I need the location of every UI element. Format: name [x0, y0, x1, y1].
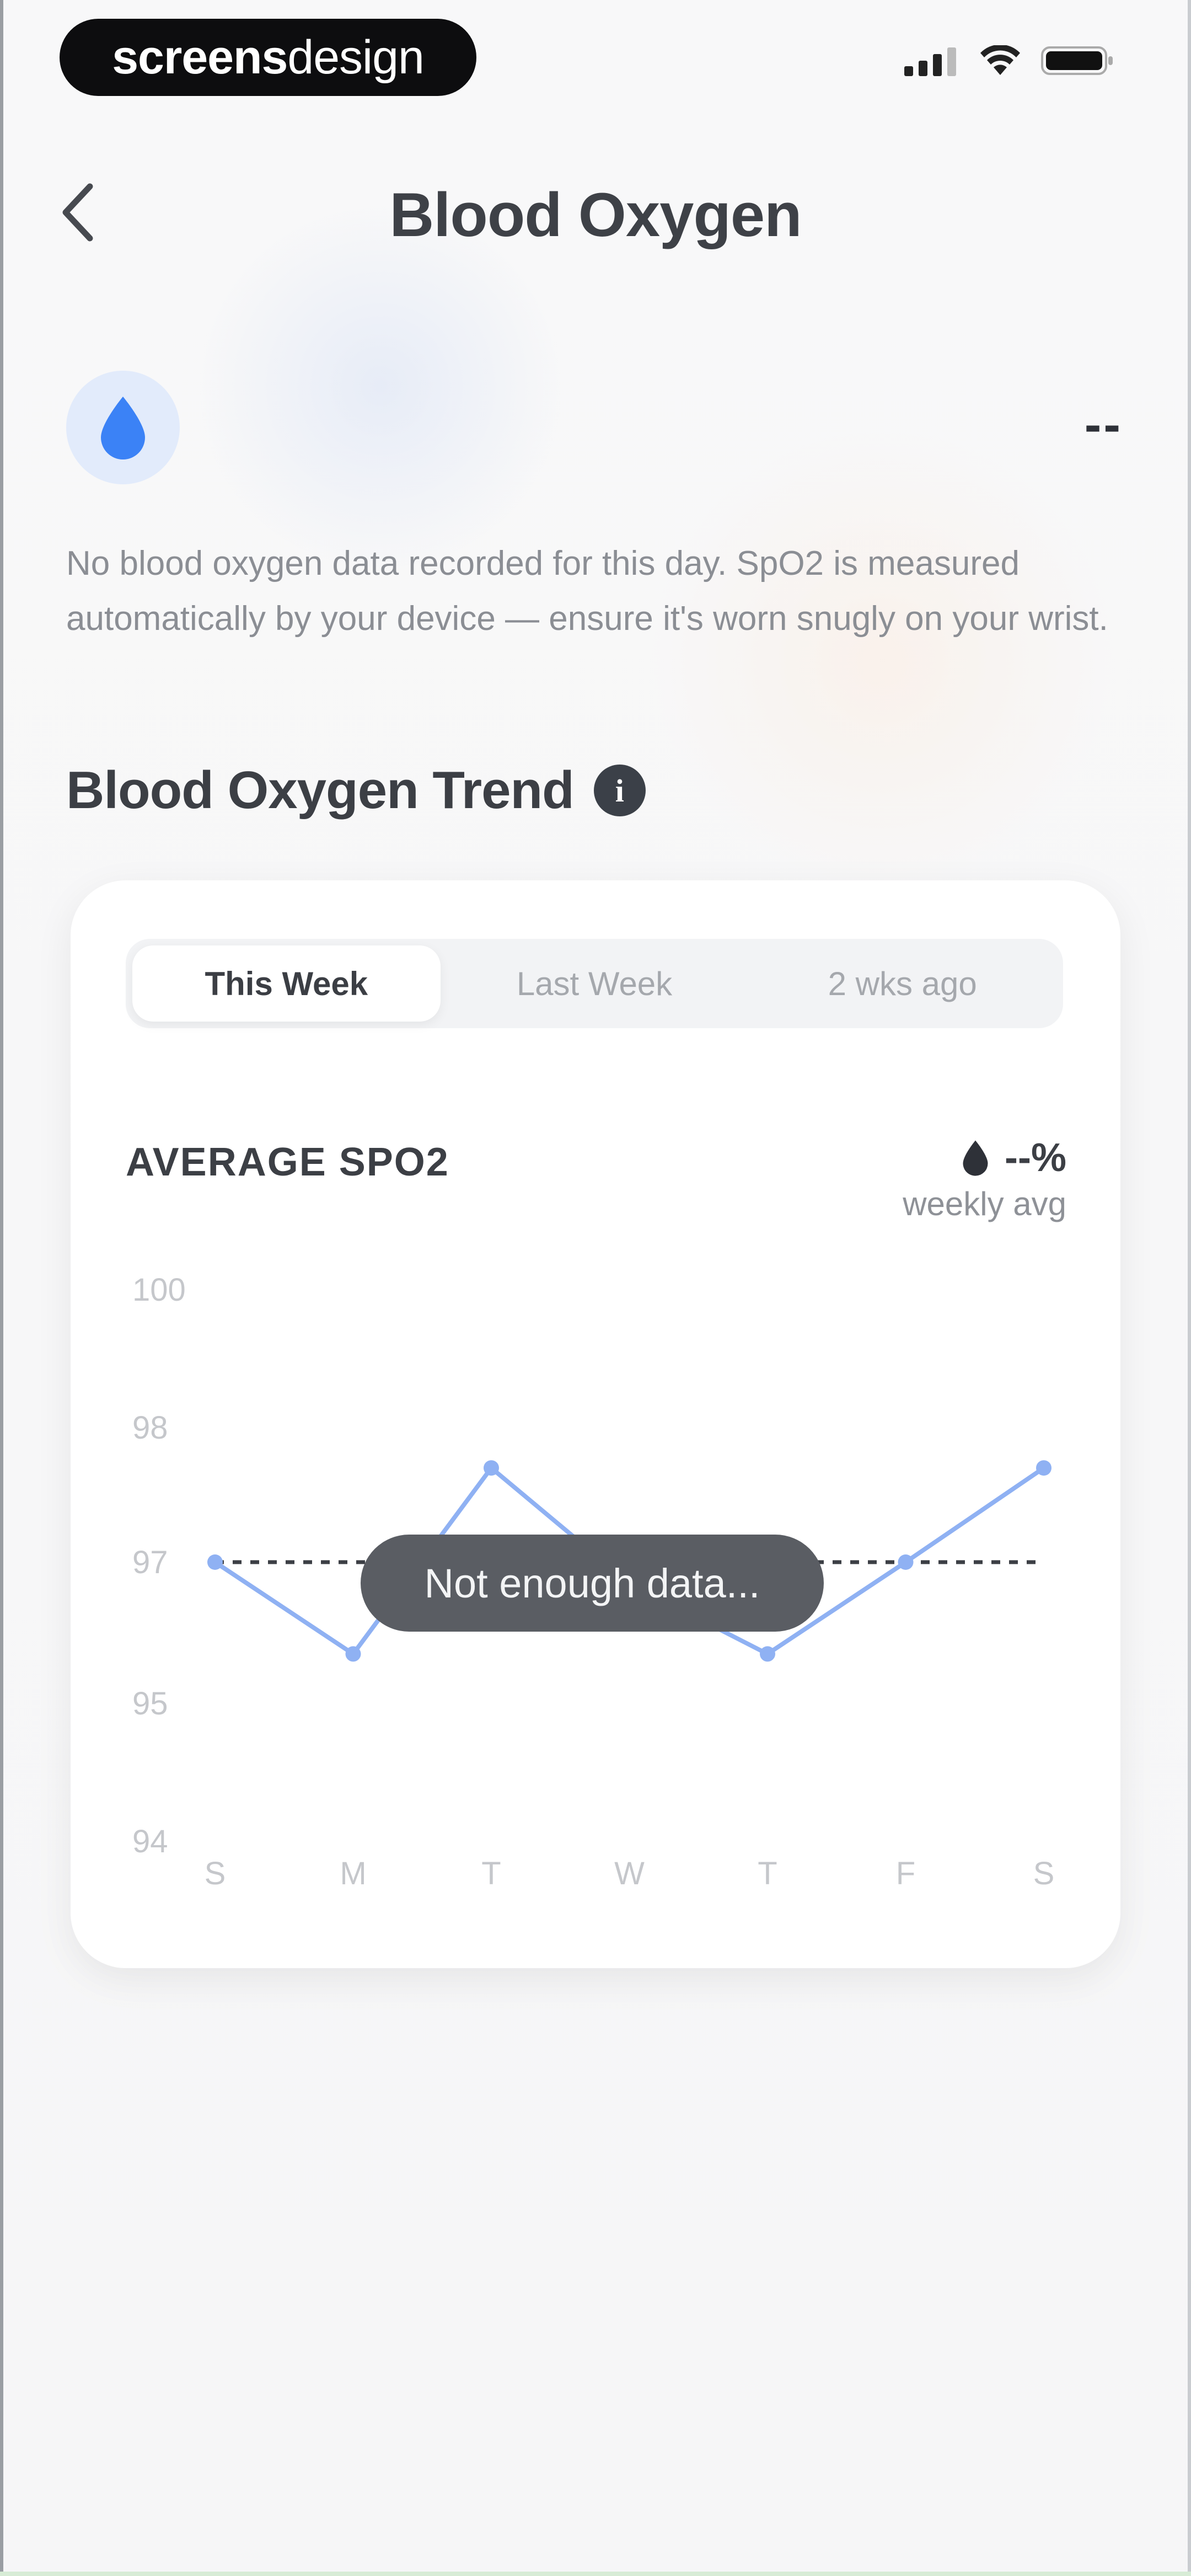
- data-point: [1036, 1460, 1051, 1476]
- watermark-text-light: design: [287, 30, 424, 84]
- watermark-badge: screens design: [60, 19, 476, 96]
- trend-section-title: Blood Oxygen Trend: [66, 761, 575, 820]
- x-tick-label: F: [896, 1856, 915, 1891]
- signal-icon: [904, 47, 956, 76]
- water-drop-icon: [101, 397, 145, 459]
- device-frame-left: [0, 0, 3, 2576]
- y-tick-label: 95: [132, 1686, 168, 1722]
- battery-icon: [1041, 46, 1113, 75]
- data-point: [484, 1460, 499, 1476]
- no-data-message: No blood oxygen data recorded for this d…: [66, 544, 1108, 638]
- trend-section-header: Blood Oxygen Trend i: [66, 760, 646, 821]
- spo2-value: --: [1084, 397, 1123, 453]
- trend-card: This Week Last Week 2 wks ago AVERAGE SP…: [71, 880, 1120, 1968]
- y-tick-label: 98: [132, 1410, 168, 1446]
- spo2-trend-chart: 100 98 97 95 94 S M T W T F S: [132, 1272, 1055, 1891]
- watermark-text-bold: screens: [112, 30, 288, 84]
- x-tick-label: T: [758, 1856, 777, 1891]
- x-tick-label: S: [205, 1856, 226, 1891]
- x-tick-label: T: [481, 1856, 501, 1891]
- device-frame-bottom: [0, 2572, 1191, 2576]
- data-point: [760, 1646, 775, 1662]
- status-bar-icons: [904, 44, 1114, 77]
- x-tick-label: M: [340, 1856, 366, 1891]
- info-icon[interactable]: i: [593, 765, 646, 816]
- data-point: [898, 1554, 914, 1570]
- not-enough-data-toast: Not enough data...: [361, 1535, 824, 1632]
- page-title: Blood Oxygen: [389, 180, 802, 249]
- data-point: [345, 1646, 361, 1662]
- wifi-icon: [980, 45, 1020, 75]
- y-tick-label: 100: [132, 1272, 186, 1308]
- device-frame-right: [1188, 0, 1191, 2576]
- x-tick-label: S: [1033, 1856, 1055, 1891]
- y-tick-label: 94: [132, 1824, 168, 1859]
- data-point: [207, 1554, 223, 1570]
- x-tick-label: W: [614, 1856, 645, 1891]
- y-tick-label: 97: [132, 1544, 168, 1580]
- spo2-badge: [66, 371, 180, 484]
